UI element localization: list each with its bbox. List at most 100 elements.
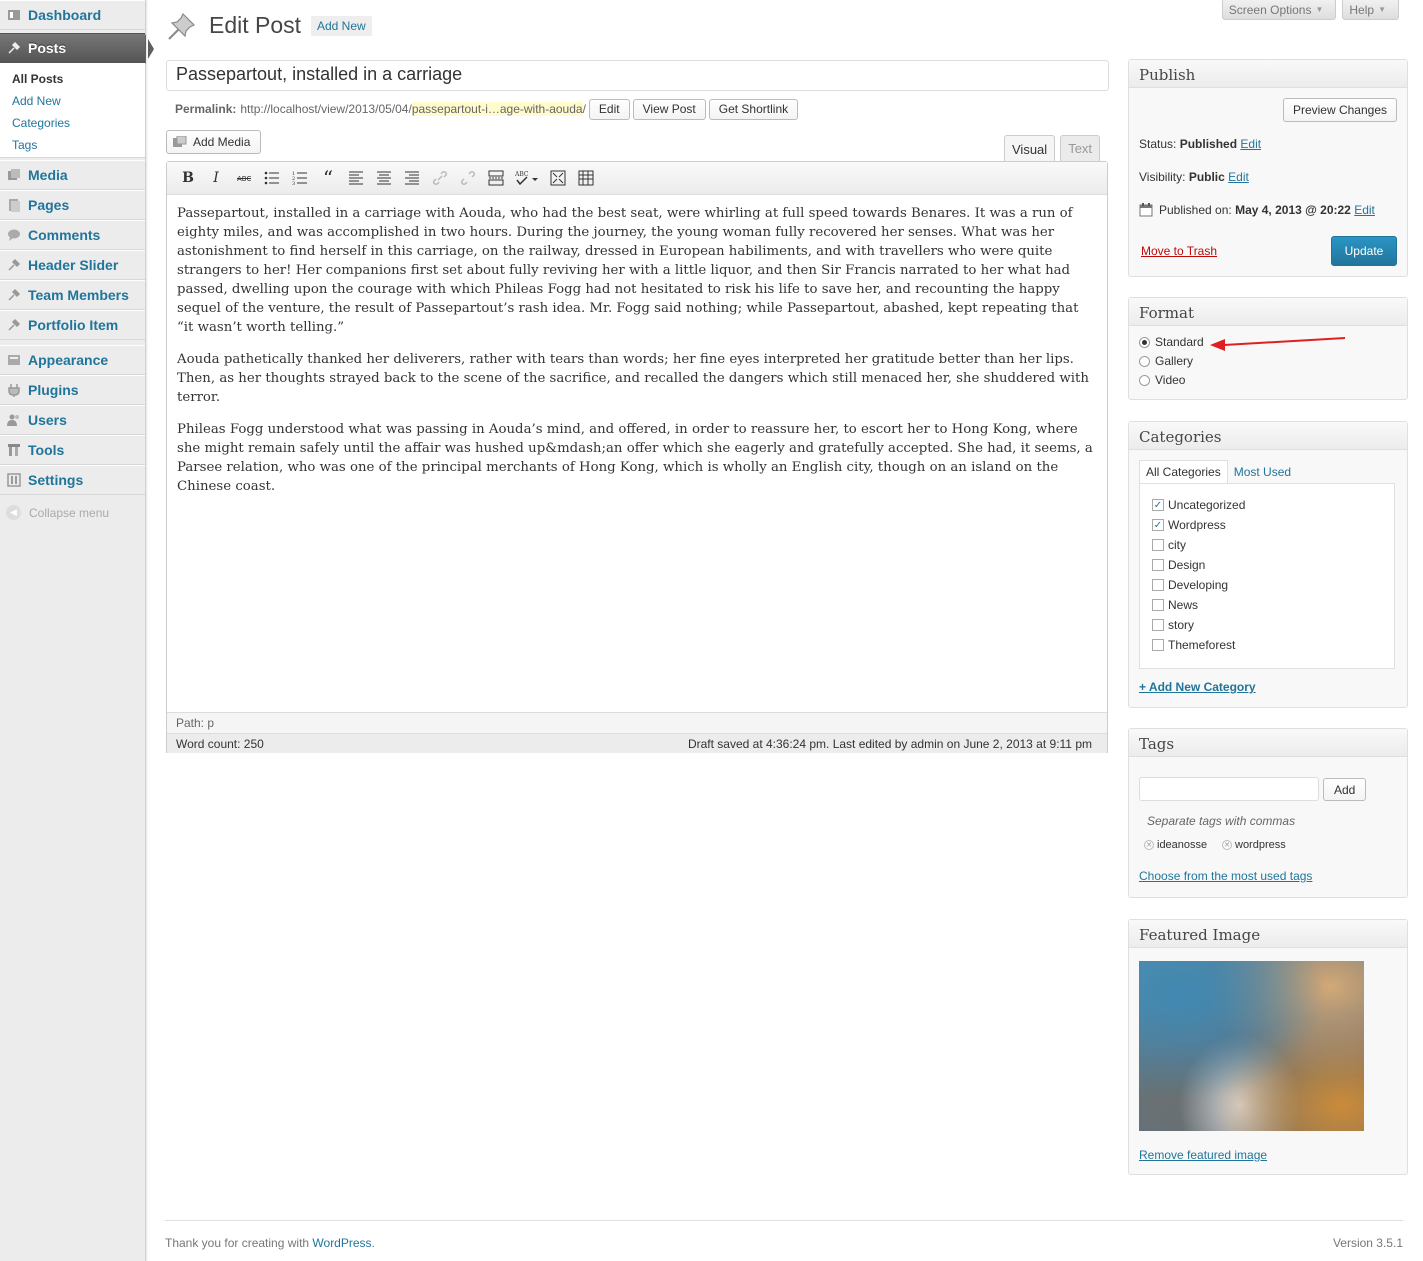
checkbox[interactable] — [1152, 539, 1164, 551]
publish-box: Publish Preview Changes Status: Publishe… — [1128, 59, 1408, 277]
update-button[interactable]: Update — [1331, 236, 1397, 266]
edit-visibility-link[interactable]: Edit — [1228, 170, 1249, 184]
get-shortlink-button[interactable]: Get Shortlink — [708, 98, 799, 120]
footer-dot: . — [371, 1236, 375, 1250]
bulleted-list-icon[interactable] — [260, 167, 284, 189]
tags-hint: Separate tags with commas — [1147, 814, 1296, 828]
remove-featured-image-link[interactable]: Remove featured image — [1139, 1148, 1267, 1162]
tab-all-categories[interactable]: All Categories — [1139, 460, 1228, 483]
visibility-value: Public — [1188, 170, 1225, 184]
format-option-standard[interactable]: Standard — [1139, 335, 1204, 349]
move-to-trash-link[interactable]: Move to Trash — [1141, 244, 1217, 258]
align-right-icon[interactable] — [400, 167, 424, 189]
format-option-gallery[interactable]: Gallery — [1139, 354, 1193, 368]
category-item[interactable]: ✓ Uncategorized — [1152, 498, 1245, 512]
editor-path-bar: Path: p — [167, 712, 1107, 733]
menu-tools[interactable]: Tools — [0, 435, 145, 465]
radio-button-selected[interactable] — [1139, 336, 1150, 348]
checkbox[interactable] — [1152, 619, 1164, 631]
checkbox[interactable] — [1152, 639, 1164, 651]
submenu-add-new[interactable]: Add New — [12, 94, 61, 108]
edit-date-link[interactable]: Edit — [1354, 203, 1375, 217]
menu-dashboard[interactable]: Dashboard — [0, 0, 145, 30]
submenu-categories[interactable]: Categories — [12, 116, 70, 130]
menu-media[interactable]: Media — [0, 160, 145, 190]
preview-changes-button[interactable]: Preview Changes — [1282, 98, 1397, 122]
category-item[interactable]: story — [1152, 618, 1194, 632]
strikethrough-icon[interactable]: ABC — [232, 167, 256, 189]
radio-button[interactable] — [1139, 374, 1150, 386]
align-center-icon[interactable] — [372, 167, 396, 189]
kitchen-sink-icon[interactable] — [574, 167, 598, 189]
menu-appearance[interactable]: Appearance — [0, 345, 145, 375]
featured-image-thumbnail[interactable] — [1139, 961, 1364, 1131]
add-media-label: Add Media — [193, 135, 251, 149]
radio-button[interactable] — [1139, 355, 1150, 367]
tab-most-used[interactable]: Most Used — [1228, 460, 1297, 483]
edit-status-link[interactable]: Edit — [1240, 137, 1261, 151]
checkbox[interactable] — [1152, 559, 1164, 571]
menu-settings[interactable]: Settings — [0, 465, 145, 495]
menu-label: Users — [28, 412, 67, 428]
choose-most-used-tags-link[interactable]: Choose from the most used tags — [1139, 869, 1312, 883]
unlink-icon[interactable] — [456, 167, 480, 189]
published-label: Published on: — [1159, 203, 1232, 217]
menu-header-slider[interactable]: Header Slider — [0, 250, 145, 280]
editor-content[interactable]: Passepartout, installed in a carriage wi… — [177, 204, 1097, 509]
view-post-button[interactable]: View Post — [632, 98, 706, 120]
post-title-input[interactable]: Passepartout, installed in a carriage — [166, 60, 1109, 91]
pages-icon — [6, 197, 22, 213]
insert-link-icon[interactable] — [428, 167, 452, 189]
bold-icon[interactable]: B — [176, 167, 200, 189]
pin-icon — [6, 40, 22, 56]
spellcheck-icon[interactable]: ABC — [512, 167, 542, 189]
category-item[interactable]: ✓ Wordpress — [1152, 518, 1226, 532]
help-button[interactable]: Help ▼ — [1342, 0, 1399, 20]
remove-tag-icon[interactable]: ✕ — [1222, 840, 1232, 850]
collapse-menu-button[interactable]: ◀ Collapse menu — [6, 505, 109, 520]
tab-text[interactable]: Text — [1060, 135, 1101, 161]
format-option-video[interactable]: Video — [1139, 373, 1185, 387]
blockquote-icon[interactable]: “ — [316, 167, 340, 189]
remove-tag-icon[interactable]: ✕ — [1144, 840, 1154, 850]
submenu-tags[interactable]: Tags — [12, 138, 37, 152]
add-new-post-button[interactable]: Add New — [311, 16, 372, 36]
add-tag-button[interactable]: Add — [1323, 778, 1367, 801]
menu-portfolio-item[interactable]: Portfolio Item — [0, 310, 145, 340]
menu-posts[interactable]: Posts — [0, 33, 154, 64]
category-item[interactable]: Developing — [1152, 578, 1228, 592]
category-item[interactable]: Themeforest — [1152, 638, 1235, 652]
menu-team-members[interactable]: Team Members — [0, 280, 145, 310]
wordpress-link[interactable]: WordPress — [312, 1236, 371, 1250]
category-item[interactable]: News — [1152, 598, 1198, 612]
menu-comments[interactable]: Comments — [0, 220, 145, 250]
edit-permalink-button[interactable]: Edit — [588, 98, 630, 120]
align-left-icon[interactable] — [344, 167, 368, 189]
menu-users[interactable]: Users — [0, 405, 145, 435]
checkbox-checked[interactable]: ✓ — [1152, 499, 1164, 511]
category-item[interactable]: Design — [1152, 558, 1205, 572]
format-label: Standard — [1155, 335, 1204, 349]
tag-input[interactable] — [1139, 777, 1319, 801]
pin-icon — [6, 317, 22, 333]
add-media-button[interactable]: Add Media — [166, 130, 262, 154]
menu-pages[interactable]: Pages — [0, 190, 145, 220]
checkbox[interactable] — [1152, 599, 1164, 611]
tab-visual[interactable]: Visual — [1004, 135, 1056, 162]
category-item[interactable]: city — [1152, 538, 1186, 552]
italic-icon[interactable]: I — [204, 167, 228, 189]
fullscreen-icon[interactable] — [546, 167, 570, 189]
numbered-list-icon[interactable]: 123 — [288, 167, 312, 189]
appearance-icon — [6, 352, 22, 368]
checkbox[interactable] — [1152, 579, 1164, 591]
tag-label: wordpress — [1235, 839, 1286, 851]
menu-plugins[interactable]: Plugins — [0, 375, 145, 405]
insert-more-icon[interactable] — [484, 167, 508, 189]
submenu-all-posts[interactable]: All Posts — [12, 72, 63, 86]
users-icon — [6, 412, 22, 428]
screen-options-button[interactable]: Screen Options ▼ — [1221, 0, 1337, 20]
add-new-category-link[interactable]: + Add New Category — [1139, 680, 1256, 694]
screen-options-label: Screen Options — [1228, 2, 1312, 17]
permalink-slug[interactable]: passepartout-i…age-with-aouda — [411, 102, 583, 116]
checkbox-checked[interactable]: ✓ — [1152, 519, 1164, 531]
